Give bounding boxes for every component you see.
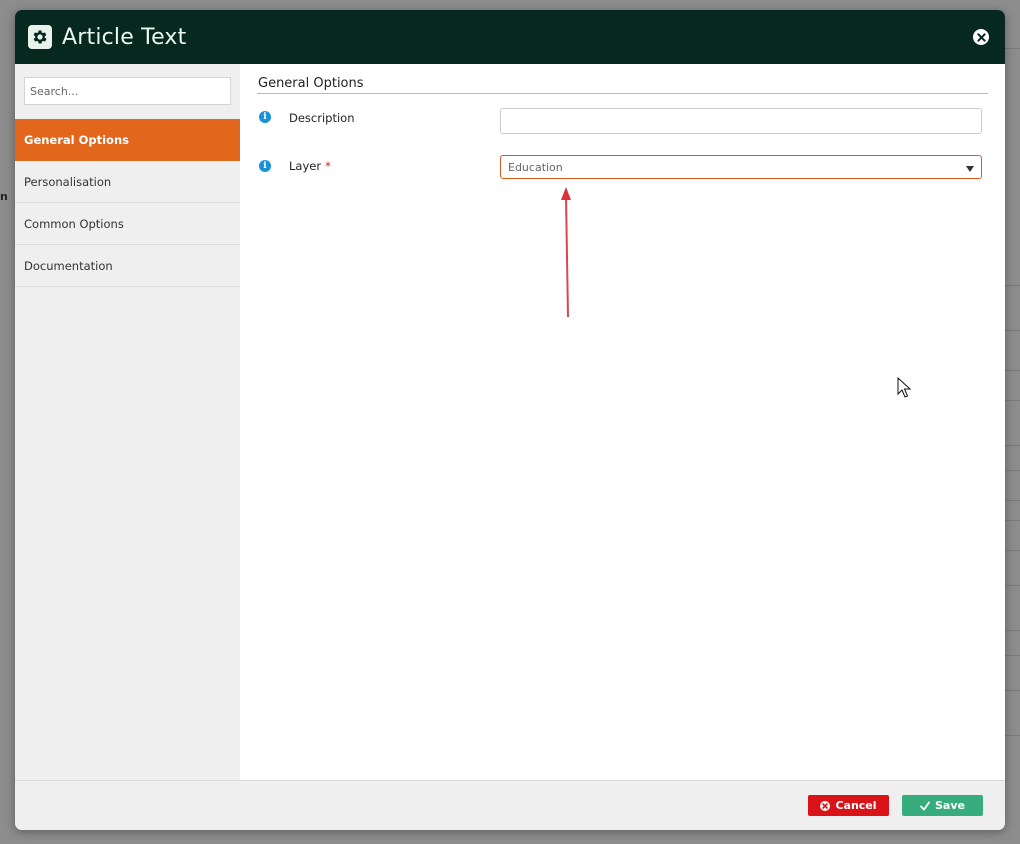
gear-icon bbox=[28, 25, 52, 49]
layer-label: Layer * bbox=[289, 159, 331, 173]
search-input[interactable] bbox=[24, 77, 231, 105]
article-text-dialog: Article Text General Options Personalisa… bbox=[15, 10, 1005, 830]
close-icon[interactable] bbox=[973, 29, 989, 45]
main-content: General Options i Description i Layer * E… bbox=[240, 64, 1005, 780]
checkmark-icon bbox=[920, 801, 930, 811]
layer-select-value: Education bbox=[508, 160, 563, 174]
sidebar-item-label: Personalisation bbox=[24, 174, 112, 189]
sidebar-item-common-options[interactable]: Common Options bbox=[15, 203, 240, 245]
description-field[interactable] bbox=[500, 108, 982, 134]
background-partial-text: n bbox=[0, 190, 8, 203]
dialog-footer: Cancel Save bbox=[15, 780, 1005, 830]
required-marker: * bbox=[325, 159, 331, 173]
layer-select[interactable]: Education bbox=[500, 155, 982, 179]
caret-down-icon bbox=[966, 163, 974, 176]
description-label: Description bbox=[289, 111, 355, 125]
sidebar-item-general-options[interactable]: General Options bbox=[15, 119, 248, 161]
save-button[interactable]: Save bbox=[902, 795, 983, 816]
section-title: General Options bbox=[258, 76, 364, 91]
cancel-button[interactable]: Cancel bbox=[808, 795, 889, 816]
info-icon[interactable]: i bbox=[259, 160, 271, 172]
section-divider bbox=[257, 93, 988, 94]
layer-label-text: Layer bbox=[289, 159, 322, 173]
sidebar: General Options Personalisation Common O… bbox=[15, 64, 248, 780]
sidebar-nav: General Options Personalisation Common O… bbox=[15, 119, 248, 287]
description-row: i Description bbox=[258, 108, 988, 134]
info-icon[interactable]: i bbox=[259, 111, 271, 123]
dialog-header: Article Text bbox=[15, 10, 1005, 64]
sidebar-item-label: General Options bbox=[24, 133, 129, 147]
sidebar-item-personalisation[interactable]: Personalisation bbox=[15, 161, 240, 203]
save-label: Save bbox=[935, 799, 965, 812]
sidebar-item-label: Common Options bbox=[24, 216, 124, 231]
cancel-icon bbox=[820, 800, 831, 811]
sidebar-item-documentation[interactable]: Documentation bbox=[15, 245, 240, 287]
dialog-title: Article Text bbox=[62, 24, 187, 50]
layer-row: i Layer * Education bbox=[258, 155, 988, 181]
cancel-label: Cancel bbox=[835, 799, 877, 812]
sidebar-item-label: Documentation bbox=[24, 258, 113, 273]
